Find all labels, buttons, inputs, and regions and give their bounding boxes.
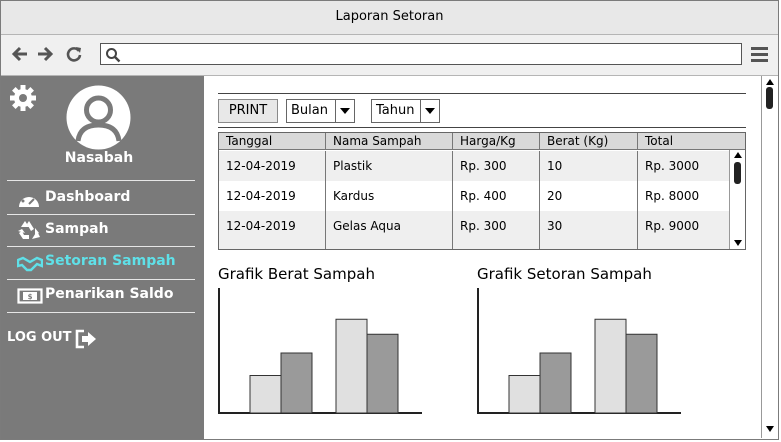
profile-name: Nasabah [64,150,134,166]
sidebar-item-label: Dashboard [45,189,131,205]
sidebar-item-label: Setoran Sampah [45,253,176,269]
column-header[interactable]: Nama Sampah [326,133,453,150]
search-icon [106,48,121,63]
divider [218,93,746,94]
divider [7,246,195,247]
table-row[interactable]: 12-04-2019 Gelas Aqua Rp. 300 30 Rp. 900… [219,211,729,249]
sidebar-item-label: Penarikan Saldo [45,286,174,302]
divider [7,214,195,215]
chart-bar [280,352,313,414]
table-cell: Rp. 9000 [645,219,700,233]
setoran-table: Tanggal Nama Sampah Harga/Kg Berat (Kg) … [218,132,746,250]
chart-bar [539,352,572,414]
scroll-up-icon[interactable] [734,152,742,158]
chevron-down-icon [420,100,439,122]
table-row[interactable]: 12-04-2019 Plastik Rp. 300 10 Rp. 3000 [219,151,729,181]
scroll-down-icon[interactable] [766,426,774,432]
chevron-down-icon [335,100,354,122]
berat-bar-chart [218,288,422,414]
scroll-down-icon[interactable] [734,240,742,246]
month-select[interactable]: Bulan [286,99,355,123]
logout-icon [75,329,96,349]
sidebar: Nasabah Dashboard Sampah Setoran Sampah [1,76,204,439]
table-cell: Rp. 300 [453,151,540,181]
divider [7,180,195,181]
scroll-up-icon[interactable] [766,79,774,85]
forward-arrow-icon[interactable] [36,45,54,63]
sidebar-item-penarikan-saldo[interactable]: $ Penarikan Saldo [7,281,195,311]
month-select-value: Bulan [291,103,328,118]
sidebar-item-setoran-sampah[interactable]: Setoran Sampah [7,248,195,278]
chart-bar [625,333,658,414]
gear-icon[interactable] [9,84,37,112]
table-row[interactable]: 12-04-2019 Kardus Rp. 400 20 Rp. 8000 [219,181,729,211]
table-scrollbar[interactable] [729,150,745,249]
table-cell: 20 [540,181,638,211]
divider [7,312,195,313]
sidebar-item-label: Sampah [45,221,109,237]
setoran-bar-chart [477,288,681,414]
table-cell: Rp. 300 [453,211,540,249]
chart-bar [335,318,368,414]
money-bill-icon: $ [17,288,43,304]
table-cell: Rp. 3000 [645,159,700,173]
table-cell: 30 [540,211,638,249]
column-header[interactable]: Harga/Kg [453,133,540,150]
divider [7,279,195,280]
table-cell: Rp. 8000 [645,189,700,203]
column-header[interactable]: Berat (Kg) [540,133,638,150]
column-header[interactable]: Total [638,133,745,150]
logout-label: LOG OUT [7,330,72,345]
table-cell: Kardus [326,181,453,211]
scroll-thumb[interactable] [766,87,773,109]
chart-title-berat: Grafik Berat Sampah [218,265,375,283]
table-cell: Plastik [326,151,453,181]
table-cell: 12-04-2019 [219,211,326,249]
year-select[interactable]: Tahun [371,99,440,123]
chart-bar [508,375,541,414]
handshake-icon [17,256,43,272]
chart-bar [249,375,282,414]
chart-bar [366,333,399,414]
year-select-value: Tahun [376,103,415,118]
divider [218,127,746,128]
back-arrow-icon[interactable] [11,45,29,63]
print-button[interactable]: PRINT [218,99,278,123]
table-cell: 12-04-2019 [219,151,326,181]
dashboard-gauge-icon [19,192,39,207]
table-cell: 12-04-2019 [219,181,326,211]
logout-button[interactable]: LOG OUT [7,326,117,352]
page-scrollbar[interactable] [761,76,778,438]
avatar [66,85,131,150]
recycle-icon [18,221,40,239]
column-header[interactable]: Tanggal [219,133,326,150]
chart-title-setoran: Grafik Setoran Sampah [477,265,652,283]
scroll-thumb[interactable] [734,162,741,184]
svg-text:$: $ [28,293,33,301]
table-cell: Rp. 400 [453,181,540,211]
sidebar-item-dashboard[interactable]: Dashboard [7,182,195,214]
address-bar[interactable] [100,43,742,65]
sidebar-item-sampah[interactable]: Sampah [7,216,195,246]
table-cell: 10 [540,151,638,181]
reload-icon[interactable] [65,45,83,63]
window-title: Laporan Setoran [1,1,778,35]
chart-bar [594,318,627,414]
menu-icon[interactable] [750,45,769,64]
table-cell: Gelas Aqua [326,211,453,249]
browser-toolbar [1,35,778,76]
